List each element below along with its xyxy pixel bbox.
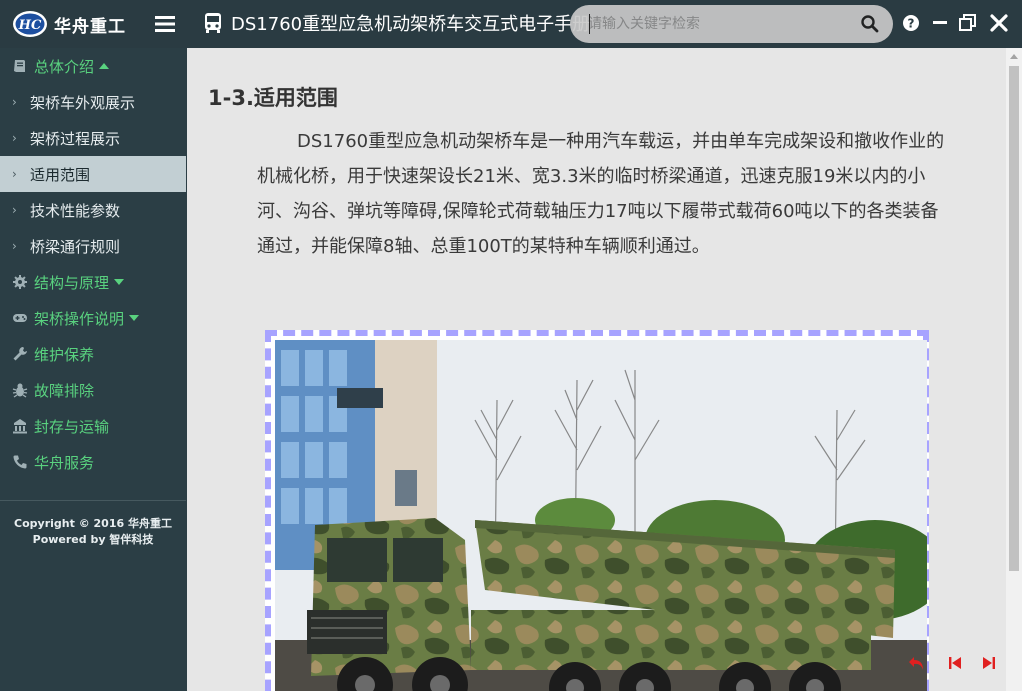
- restore-icon[interactable]: [958, 13, 978, 33]
- sidebar-item-label: 总体介绍: [34, 57, 95, 76]
- sidebar-item-label: 维护保养: [34, 345, 95, 364]
- close-icon[interactable]: [989, 13, 1009, 33]
- minimize-icon[interactable]: [930, 13, 950, 33]
- sidebar-item-service[interactable]: 华舟服务: [0, 444, 186, 480]
- sidebar-item-storage[interactable]: 封存与运输: [0, 408, 186, 444]
- text-cursor: [589, 14, 590, 34]
- previous-page-icon[interactable]: [946, 654, 964, 672]
- sidebar-item-process[interactable]: › 架桥过程展示: [0, 120, 186, 156]
- sidebar-item-structure[interactable]: 结构与原理: [0, 264, 186, 300]
- hamburger-menu-icon[interactable]: [154, 13, 176, 35]
- brand: HC 华舟重工: [12, 9, 126, 39]
- sidebar-item-label: 结构与原理: [34, 273, 110, 292]
- powered-by-line: Powered by 智伴科技: [32, 533, 154, 546]
- sidebar: 总体介绍 › 架桥车外观展示 › 架桥过程展示 › 适用范围 › 技术性能参数 …: [0, 48, 186, 691]
- gear-icon: [13, 275, 27, 289]
- title-bar: HC 华舟重工 DS1760重型应急机动架桥车交互式电子手册 ?: [0, 0, 1022, 48]
- chevron-right-icon: ›: [12, 131, 17, 145]
- bug-icon: [12, 383, 28, 398]
- sidebar-item-scope[interactable]: › 适用范围: [0, 156, 186, 192]
- sidebar-item-label: 技术性能参数: [30, 201, 121, 220]
- sidebar-item-maintenance[interactable]: 维护保养: [0, 336, 186, 372]
- bus-icon: [205, 13, 221, 33]
- book-icon: [14, 60, 25, 72]
- sidebar-divider: [0, 500, 186, 501]
- app-title: DS1760重型应急机动架桥车交互式电子手册: [231, 14, 591, 35]
- scroll-up-arrow-icon[interactable]: [1010, 54, 1018, 59]
- chevron-right-icon: ›: [12, 95, 17, 109]
- bridge-truck-figure: [265, 330, 929, 691]
- sidebar-item-operation[interactable]: 架桥操作说明: [0, 300, 186, 336]
- brand-name: 华舟重工: [54, 16, 126, 37]
- sidebar-item-overview[interactable]: 总体介绍: [0, 48, 186, 84]
- sidebar-item-label: 架桥操作说明: [34, 309, 125, 328]
- svg-text:?: ?: [908, 17, 915, 31]
- sidebar-item-label: 故障排除: [34, 381, 95, 400]
- chevron-right-icon: ›: [12, 239, 17, 253]
- caret-up-icon: [99, 63, 110, 69]
- chevron-right-icon: ›: [12, 167, 17, 181]
- scrollbar-thumb[interactable]: [1009, 66, 1019, 571]
- back-icon[interactable]: [908, 654, 926, 672]
- wrench-icon: [13, 347, 27, 361]
- copyright: Copyright © 2016 华舟重工 Powered by 智伴科技: [0, 516, 186, 548]
- bridge-truck-photo[interactable]: [275, 340, 927, 691]
- gamepad-icon: [13, 314, 27, 322]
- sidebar-item-label: 架桥过程展示: [30, 129, 121, 148]
- section-title: 1-3.适用范围: [208, 86, 338, 110]
- sidebar-item-specs[interactable]: › 技术性能参数: [0, 192, 186, 228]
- caret-down-icon: [114, 279, 125, 285]
- sidebar-item-rules[interactable]: › 桥梁通行规则: [0, 228, 186, 264]
- caret-down-icon: [129, 315, 140, 321]
- sidebar-item-troubleshooting[interactable]: 故障排除: [0, 372, 186, 408]
- scope-paragraph: DS1760重型应急机动架桥车是一种用汽车载运，并由单车完成架设和撤收作业的机械…: [257, 131, 945, 257]
- next-page-icon[interactable]: [980, 654, 998, 672]
- brand-logo: HC: [13, 11, 47, 37]
- help-icon[interactable]: ?: [901, 13, 921, 33]
- search-icon[interactable]: [860, 14, 880, 34]
- sidebar-item-label: 封存与运输: [34, 417, 110, 436]
- sidebar-item-label: 桥梁通行规则: [30, 237, 121, 256]
- content-scrollbar[interactable]: [1006, 48, 1022, 691]
- sidebar-item-label: 华舟服务: [34, 453, 95, 472]
- chevron-right-icon: ›: [12, 203, 17, 217]
- content-pane: 1-3.适用范围 DS1760重型应急机动架桥车是一种用汽车载运，并由单车完成架…: [187, 48, 1006, 691]
- search-box: [570, 5, 893, 43]
- sidebar-item-label: 适用范围: [30, 165, 91, 184]
- search-input[interactable]: [588, 13, 838, 35]
- brand-logo-text: HC: [18, 18, 42, 33]
- phone-icon: [13, 455, 27, 469]
- storage-icon: [13, 419, 27, 434]
- copyright-line: Copyright © 2016 华舟重工: [14, 517, 172, 530]
- sidebar-item-appearance[interactable]: › 架桥车外观展示: [0, 84, 186, 120]
- sidebar-item-label: 架桥车外观展示: [30, 93, 136, 112]
